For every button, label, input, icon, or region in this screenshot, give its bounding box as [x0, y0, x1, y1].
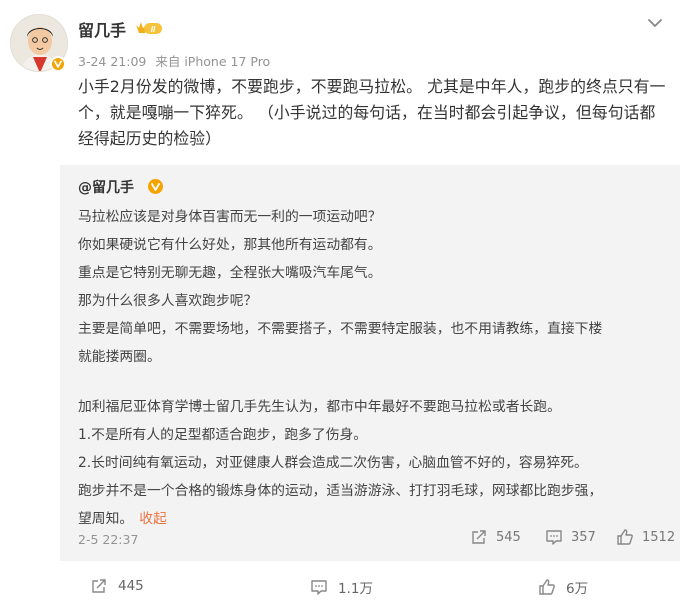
- repost-repost-button[interactable]: 545: [470, 528, 521, 546]
- post-timestamp[interactable]: 3-24 21:09: [78, 54, 146, 69]
- verified-v-icon: [50, 56, 66, 72]
- repost-icon: [472, 530, 486, 544]
- repost-line: 你如果硬说它有什么好处，那其他所有运动都有。: [78, 237, 382, 253]
- like-icon: [539, 579, 555, 595]
- post-meta: 3-24 21:09 来自 iPhone 17 Pro: [78, 51, 275, 70]
- repost-line: 跑步并不是一个合格的锻炼身体的运动，适当游游泳、打打羽毛球，网球都比跑步强，: [78, 483, 603, 499]
- crown-badge-icon[interactable]: II: [135, 20, 163, 36]
- repost-line: 重点是它特别无聊无趣，全程张大嘴吸汽车尾气。: [78, 265, 382, 281]
- like-count: 6万: [566, 581, 589, 597]
- comment-icon: [546, 530, 562, 545]
- repost-line: 马拉松应该是对身体百害而无一利的一项运动吧？: [78, 209, 382, 225]
- repost-button[interactable]: 445: [90, 577, 144, 595]
- level-badge-text: II: [151, 25, 156, 34]
- comment-icon: [311, 580, 327, 595]
- repost-line: 望周知。 收起: [78, 507, 167, 527]
- repost-line: 加利福尼亚体育学博士留几手先生认为，都市中年最好不要跑马拉松或者长跑。: [78, 399, 561, 415]
- repost-line: 2.长时间纯有氧运动，对亚健康人群会造成二次伤害，心脑血管不好的，容易猝死。: [78, 455, 588, 471]
- repost-timestamp[interactable]: 2-5 22:37: [78, 532, 138, 547]
- repost-like-count: 1512: [642, 529, 676, 545]
- verified-v-icon: [148, 179, 163, 194]
- repost-line: 就能搂两圈。: [78, 349, 161, 365]
- post-text: 小手2月份发的微博，不要跑步，不要跑马拉松。 尤其是中年人，跑步的终点只有一个，…: [78, 77, 666, 148]
- repost-line-last: 望周知。: [78, 511, 134, 527]
- post-source: 来自 iPhone 17 Pro: [155, 54, 271, 69]
- repost-count: 445: [118, 578, 144, 594]
- collapse-link[interactable]: 收起: [139, 511, 167, 527]
- comment-button[interactable]: 1.1万: [310, 577, 373, 597]
- repost-icon: [92, 579, 106, 593]
- username[interactable]: 留几手: [78, 17, 126, 41]
- repost-line: 那为什么很多人喜欢跑步呢？: [78, 293, 258, 309]
- more-chevron-icon[interactable]: [646, 15, 664, 29]
- repost-author[interactable]: @留几手: [78, 177, 134, 197]
- repost-line: 主要是简单吧，不需要场地，不需要搭子，不需要特定服装，也不用请教练，直接下楼: [78, 321, 603, 337]
- like-icon: [617, 529, 633, 545]
- repost-comment-button[interactable]: 357: [545, 528, 596, 546]
- repost-card[interactable]: @留几手 马拉松应该是对身体百害而无一利的一项运动吧？ 你如果硬说它有什么好处，…: [60, 165, 680, 561]
- comment-count: 1.1万: [338, 581, 373, 597]
- like-button[interactable]: 6万: [538, 577, 588, 597]
- repost-comment-count: 357: [571, 529, 596, 545]
- repost-like-button[interactable]: 1512: [616, 528, 675, 546]
- post-actions: 445 1.1万 6万: [0, 565, 680, 607]
- repost-repost-count: 545: [496, 529, 521, 545]
- repost-line: 1.不是所有人的足型都适合跑步，跑多了伤身。: [78, 427, 368, 443]
